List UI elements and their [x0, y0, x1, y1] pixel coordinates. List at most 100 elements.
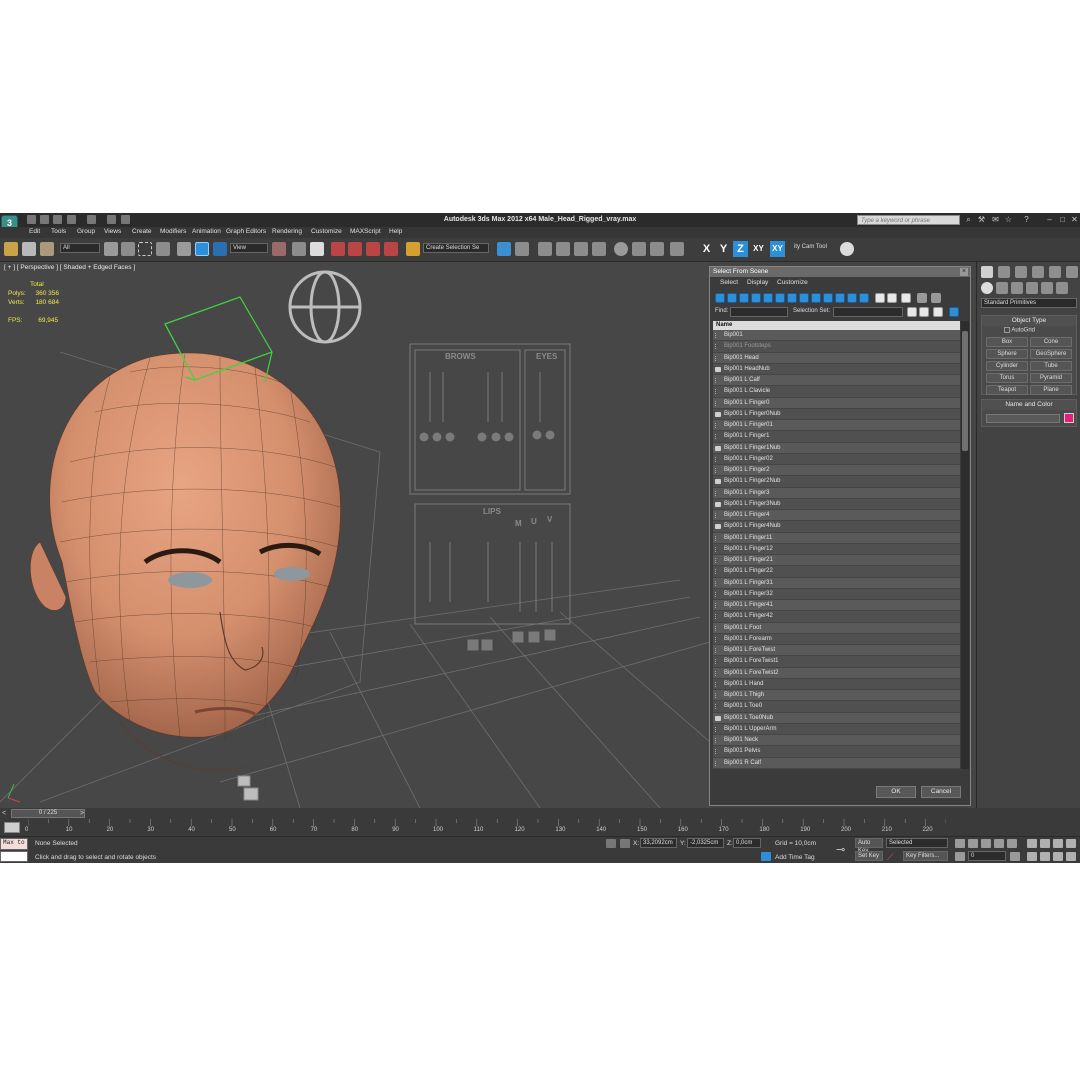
list-item[interactable]: Bip001 L Clavicle: [713, 386, 960, 398]
list-item[interactable]: Bip001 L Finger1Nub: [713, 442, 960, 454]
display-frozen-icon[interactable]: [835, 293, 845, 303]
display-hidden-icon[interactable]: [847, 293, 857, 303]
tree-view-icon[interactable]: [919, 307, 929, 317]
find-input[interactable]: [730, 307, 788, 317]
shapes-icon[interactable]: [996, 282, 1008, 294]
slider-next-icon[interactable]: >: [80, 810, 84, 817]
object-name-field[interactable]: [986, 414, 1060, 423]
display-shapes-icon[interactable]: [727, 293, 737, 303]
list-item[interactable]: Bip001 L Calf: [713, 375, 960, 387]
cam-tool-label[interactable]: ity Cam Tool: [792, 243, 836, 253]
name-color-header[interactable]: Name and Color: [982, 400, 1076, 410]
motion-tab-icon[interactable]: [1032, 266, 1044, 278]
utilities-tab-icon[interactable]: [1066, 266, 1078, 278]
lock-icon[interactable]: [606, 839, 616, 848]
close-icon[interactable]: ✕: [1070, 215, 1079, 224]
axis-xy-constrain-button[interactable]: XY: [770, 241, 785, 257]
graphite-ribbon-icon[interactable]: [556, 242, 570, 256]
curve-editor-icon[interactable]: [574, 242, 588, 256]
list-item[interactable]: Bip001 L Finger31: [713, 577, 960, 589]
search-icon[interactable]: ⌕: [964, 215, 973, 224]
time-slider[interactable]: 0 / 225 < >: [0, 808, 1080, 819]
y-coordinate-field[interactable]: -2,0325cm: [687, 838, 724, 848]
scale-icon[interactable]: [213, 242, 227, 256]
axis-x-button[interactable]: X: [699, 241, 714, 257]
select-object-icon[interactable]: [104, 242, 118, 256]
box-button[interactable]: Box: [986, 337, 1028, 347]
menu-edit[interactable]: Edit: [29, 228, 40, 235]
list-item[interactable]: Bip001 L Thigh: [713, 690, 960, 702]
list-item[interactable]: Bip001 L Finger12: [713, 543, 960, 555]
geometry-icon[interactable]: [981, 282, 993, 294]
unlink-icon[interactable]: [22, 242, 36, 256]
axis-y-button[interactable]: Y: [716, 241, 731, 257]
list-item[interactable]: Bip001 L ForeTwist1: [713, 656, 960, 668]
orbit-icon[interactable]: [1053, 852, 1063, 861]
absolute-mode-icon[interactable]: [620, 839, 630, 848]
selection-filter-dropdown[interactable]: All: [60, 243, 100, 253]
reference-coordinate-dropdown[interactable]: View: [230, 243, 268, 253]
layer-manager-icon[interactable]: [538, 242, 552, 256]
display-invert-icon[interactable]: [887, 293, 897, 303]
ok-button[interactable]: OK: [876, 786, 916, 798]
set-key-button[interactable]: Set Key: [855, 851, 883, 861]
tube-button[interactable]: Tube: [1030, 361, 1072, 371]
align-icon[interactable]: [515, 242, 529, 256]
menu-customize[interactable]: Customize: [311, 228, 342, 235]
zoom-icon[interactable]: [1027, 839, 1037, 848]
list-item[interactable]: Bip001 L Finger21: [713, 555, 960, 567]
schematic-view-icon[interactable]: [592, 242, 606, 256]
sphere-button[interactable]: Sphere: [986, 349, 1028, 359]
hierarchy-tab-icon[interactable]: [1015, 266, 1027, 278]
lights-icon[interactable]: [1011, 282, 1023, 294]
pyramid-button[interactable]: Pyramid: [1030, 373, 1072, 383]
rendered-frame-icon[interactable]: [650, 242, 664, 256]
list-item[interactable]: Bip001 L Finger3: [713, 487, 960, 499]
current-frame-field[interactable]: 0: [968, 851, 1006, 861]
play-icon[interactable]: [981, 839, 991, 848]
scrollbar-thumb[interactable]: [962, 331, 968, 451]
display-none-icon[interactable]: [875, 293, 885, 303]
z-coordinate-field[interactable]: 0,0cm: [733, 838, 761, 848]
expand-icon[interactable]: [949, 307, 959, 317]
zoom-extents-all-icon[interactable]: [1066, 839, 1076, 848]
menu-modifiers[interactable]: Modifiers: [160, 228, 186, 235]
dialog-menu-customize[interactable]: Customize: [777, 279, 808, 286]
menu-maxscript[interactable]: MAXScript: [350, 228, 381, 235]
list-item[interactable]: Bip001 R Calf: [713, 757, 960, 769]
list-item[interactable]: Bip001 L Finger0Nub: [713, 408, 960, 420]
go-to-end-icon[interactable]: [1007, 839, 1017, 848]
list-item[interactable]: Bip001 L Finger02: [713, 453, 960, 465]
list-item[interactable]: Bip001 Footsteps: [713, 341, 960, 353]
x-coordinate-field[interactable]: 33,2092cm: [640, 838, 677, 848]
display-groups-icon[interactable]: [787, 293, 797, 303]
percent-snap-icon[interactable]: [366, 242, 380, 256]
go-to-start-icon[interactable]: [955, 839, 965, 848]
move-icon[interactable]: [177, 242, 191, 256]
favorites-icon[interactable]: ☆: [1004, 215, 1013, 224]
torus-button[interactable]: Torus: [986, 373, 1028, 383]
object-color-swatch[interactable]: [1064, 413, 1074, 423]
mini-curve-editor-icon[interactable]: [4, 822, 20, 833]
menu-animation[interactable]: Animation: [192, 228, 221, 235]
selection-set-dropdown[interactable]: [833, 307, 903, 317]
create-tab-icon[interactable]: [981, 266, 993, 278]
object-type-header[interactable]: Object Type: [982, 316, 1076, 326]
sync-selection-icon[interactable]: [901, 293, 911, 303]
cameras-icon[interactable]: [1026, 282, 1038, 294]
spacewarps-icon[interactable]: [1056, 282, 1068, 294]
region-select-icon[interactable]: [138, 242, 152, 256]
render-setup-icon[interactable]: [632, 242, 646, 256]
list-item[interactable]: Bip001 L UpperArm: [713, 723, 960, 735]
list-item[interactable]: Bip001 L Finger32: [713, 588, 960, 600]
zoom-all-icon[interactable]: [1040, 839, 1050, 848]
list-item[interactable]: Bip001 L Finger3Nub: [713, 498, 960, 510]
menu-group[interactable]: Group: [77, 228, 95, 235]
axis-z-button[interactable]: Z: [733, 241, 748, 257]
maxscript-listener[interactable]: Max to: [0, 838, 28, 850]
display-xrefs-icon[interactable]: [799, 293, 809, 303]
key-filters-button[interactable]: Key Filters...: [903, 851, 948, 861]
spinner-snap-icon[interactable]: [384, 242, 398, 256]
cylinder-button[interactable]: Cylinder: [986, 361, 1028, 371]
list-item[interactable]: Bip001 L Finger0: [713, 397, 960, 409]
